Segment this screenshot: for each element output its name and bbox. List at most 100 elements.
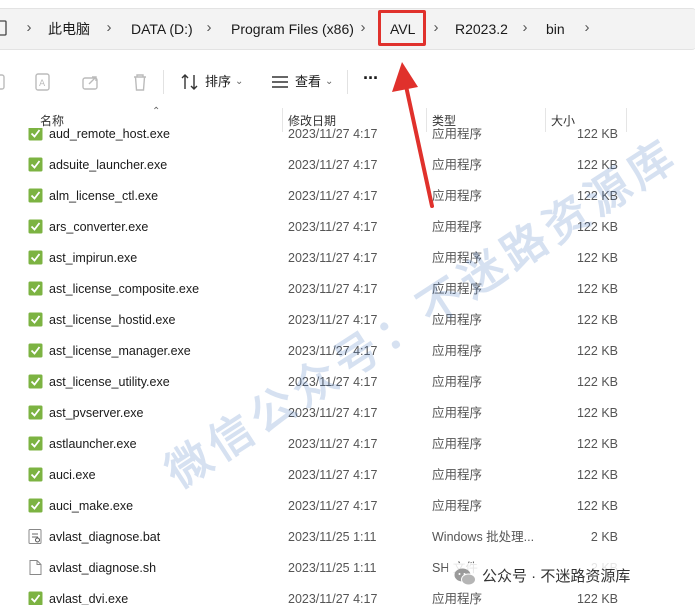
breadcrumb-item-bin[interactable]: bin [546,20,565,38]
column-name[interactable]: 名称 [40,113,64,129]
file-date: 2023/11/25 1:11 [288,530,377,544]
file-size: 122 KB [576,375,618,389]
share-icon[interactable] [79,70,103,94]
sort-button[interactable]: 排序 [205,73,231,91]
exe-icon [28,188,43,203]
file-type: Windows 批处理... [432,530,535,544]
chevron-right-icon: › [360,19,366,36]
breadcrumb-item-this-pc[interactable]: 此电脑 [48,20,90,38]
file-date: 2023/11/27 4:17 [288,220,378,234]
breadcrumb-item-data-drive[interactable]: DATA (D:) [131,20,193,38]
file-name: avlast_diagnose.sh [49,561,157,575]
column-size[interactable]: 大小 [551,113,575,129]
file-row[interactable]: avlast_diagnose.bat 2023/11/25 1:11 Window… [0,521,695,552]
chevron-right-icon: › [206,19,212,36]
file-size: 122 KB [576,220,618,234]
file-name: ast_pvserver.exe [49,406,144,420]
exe-icon [28,467,43,482]
file-row[interactable]: ast_impirun.exe 2023/11/27 4:17 应用程序 122 KB [0,242,695,273]
rename-icon[interactable]: A [32,70,56,94]
file-date: 2023/11/27 4:17 [288,282,378,296]
file-type: 应用程序 [432,468,483,482]
file-row[interactable]: ast_license_manager.exe 2023/11/27 4:17 应用… [0,335,695,366]
file-size: 122 KB [576,251,618,265]
more-options-button[interactable]: ··· [363,69,379,87]
file-type: 应用程序 [432,158,483,172]
file-type: 应用程序 [432,189,483,203]
file-date: 2023/11/27 4:17 [288,437,378,451]
file-size: 122 KB [576,282,618,296]
file-date: 2023/11/27 4:17 [288,313,378,327]
file-row[interactable]: adsuite_launcher.exe 2023/11/27 4:17 应用程序 1… [0,149,695,180]
file-date: 2023/11/27 4:17 [288,158,378,172]
exe-icon [28,219,43,234]
file-name: aud_remote_host.exe [49,128,170,141]
exe-icon [28,343,43,358]
file-size: 122 KB [576,499,618,513]
view-button[interactable]: 查看 [295,73,321,91]
column-date[interactable]: 修改日期 [288,113,336,129]
file-row[interactable]: ast_license_utility.exe 2023/11/27 4:17 应用… [0,366,695,397]
file-size: 122 KB [576,468,618,482]
folder-icon [0,20,7,36]
file-row[interactable]: aud_remote_host.exe 2023/11/27 4:17 应用程序 12… [0,128,695,149]
file-name: ast_impirun.exe [49,251,138,265]
file-size: 122 KB [576,189,618,203]
file-size: 122 KB [576,437,618,451]
wechat-icon [454,568,476,586]
file-size: 122 KB [576,128,618,141]
file-date: 2023/11/27 4:17 [288,189,378,203]
breadcrumb-item-program-files[interactable]: Program Files (x86) [231,20,354,38]
file-type: 应用程序 [432,499,483,513]
file-name: avlast_dvi.exe [49,592,129,605]
chevron-right-icon: › [433,19,439,36]
file-name: astlauncher.exe [49,437,137,451]
file-name: ast_license_utility.exe [49,375,170,389]
file-row[interactable]: auci.exe 2023/11/27 4:17 应用程序 122 KB [0,459,695,490]
exe-icon [28,157,43,172]
command-bar: A 排序 ⌄ 查看 ⌄ ··· [0,58,695,106]
file-row[interactable]: ars_converter.exe 2023/11/27 4:17 应用程序 122 … [0,211,695,242]
file-name: adsuite_launcher.exe [49,158,168,172]
delete-icon[interactable] [128,70,152,94]
new-icon[interactable] [0,70,20,94]
file-date: 2023/11/27 4:17 [288,251,378,265]
file-size: 122 KB [576,406,618,420]
file-name: ast_license_composite.exe [49,282,200,296]
file-type: 应用程序 [432,282,483,296]
exe-icon [28,591,43,605]
file-row[interactable]: astlauncher.exe 2023/11/27 4:17 应用程序 122 KB [0,428,695,459]
file-name: auci.exe [49,468,96,482]
address-bar[interactable]: › 此电脑 › DATA (D:) › Program Files (x86) … [0,0,695,58]
file-name: ast_license_hostid.exe [49,313,176,327]
exe-icon [28,436,43,451]
exe-icon [28,312,43,327]
badge-text: 公众号 · 不迷路资源库 [482,568,631,585]
file-row[interactable]: auci_make.exe 2023/11/27 4:17 应用程序 122 KB [0,490,695,521]
exe-icon [28,128,43,141]
file-row[interactable]: ast_license_composite.exe 2023/11/27 4:17… [0,273,695,304]
view-icon [272,76,288,88]
file-date: 2023/11/27 4:17 [288,406,378,420]
file-type: 应用程序 [432,128,483,141]
file-date: 2023/11/27 4:17 [288,468,378,482]
file-row[interactable]: ast_license_hostid.exe 2023/11/27 4:17 应用程… [0,304,695,335]
svg-text:A: A [39,79,46,89]
chevron-right-icon: › [26,19,32,36]
highlight-box [378,10,426,46]
file-type: 应用程序 [432,344,483,358]
file-row[interactable]: alm_license_ctl.exe 2023/11/27 4:17 应用程序 12… [0,180,695,211]
exe-icon [28,374,43,389]
file-date: 2023/11/27 4:17 [288,375,378,389]
toolbar-divider [163,70,164,94]
file-row[interactable]: ast_pvserver.exe 2023/11/27 4:17 应用程序 122 K… [0,397,695,428]
wechat-badge: 公众号 · 不迷路资源库 [448,563,637,591]
file-type: 应用程序 [432,251,483,265]
breadcrumb-item-r2023-2[interactable]: R2023.2 [455,20,508,38]
file-type: 应用程序 [432,220,483,234]
exe-icon [28,498,43,513]
file-size: 122 KB [576,158,618,172]
column-type[interactable]: 类型 [432,113,456,129]
file-type: 应用程序 [432,313,483,327]
chevron-down-icon: ⌄ [235,76,244,87]
